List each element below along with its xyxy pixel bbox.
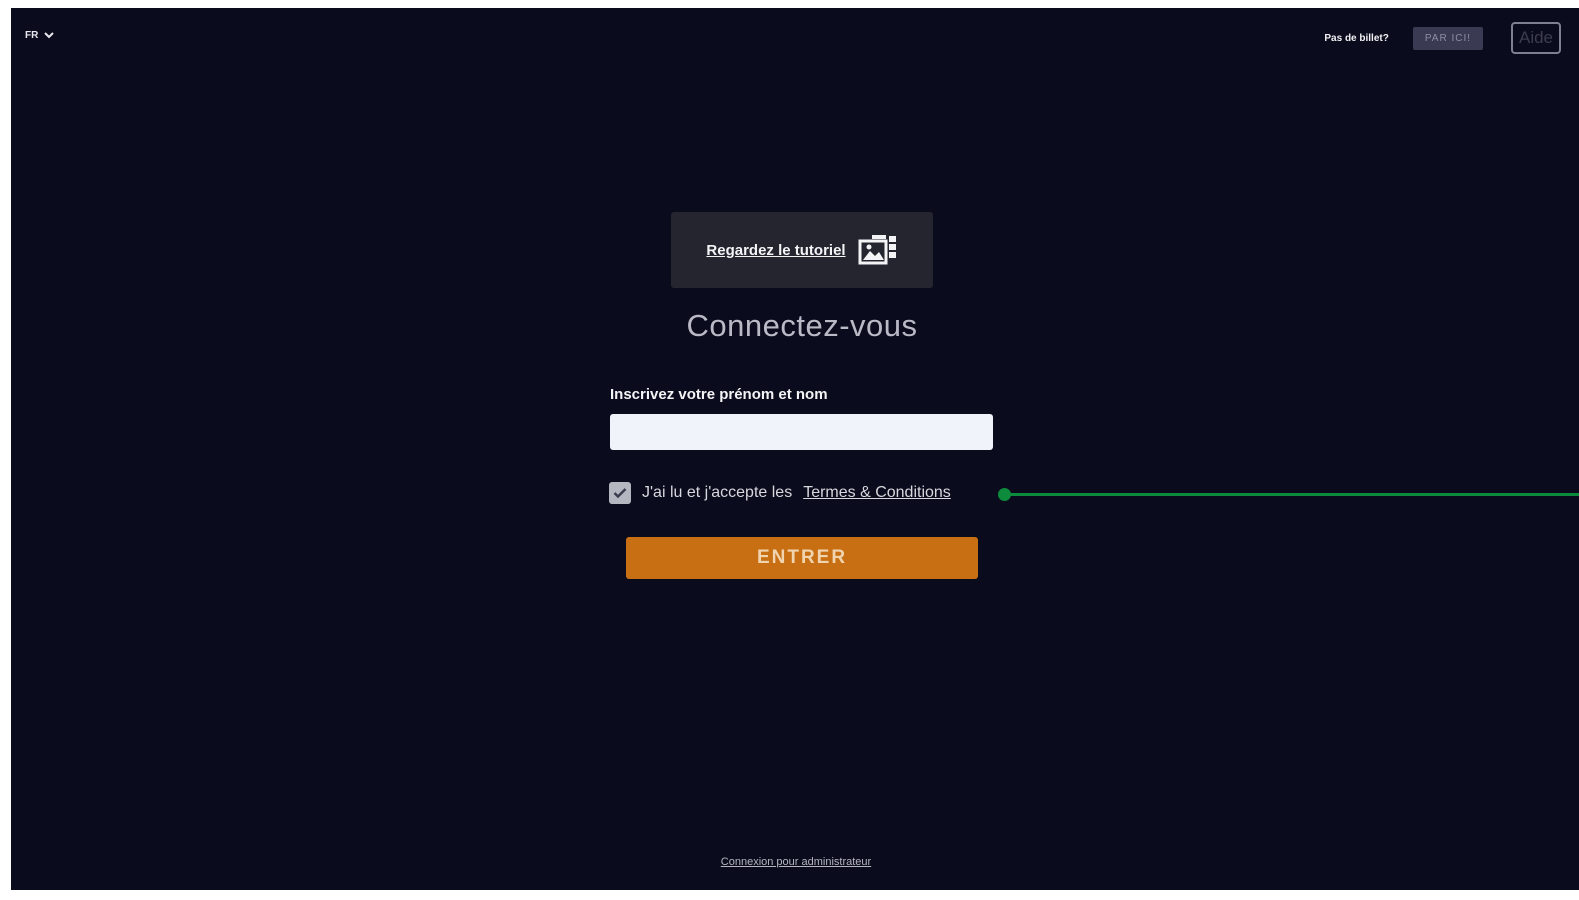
tutorial-button[interactable]: Regardez le tutoriel bbox=[671, 212, 933, 288]
terms-link[interactable]: Termes & Conditions bbox=[803, 484, 951, 502]
terms-row: J'ai lu et j'accepte les Termes & Condit… bbox=[609, 482, 951, 504]
enter-button[interactable]: ENTRER bbox=[626, 537, 978, 579]
name-field-label: Inscrivez votre prénom et nom bbox=[610, 386, 828, 403]
language-label: FR bbox=[25, 30, 39, 41]
pointer-line bbox=[1005, 493, 1579, 496]
gallery-icon bbox=[858, 235, 896, 265]
pointer-dot bbox=[998, 488, 1011, 501]
page-frame: FR Pas de billet? PAR ICI! Aide Regardez… bbox=[11, 8, 1579, 890]
header-actions: Pas de billet? PAR ICI! Aide bbox=[1324, 22, 1561, 54]
tutorial-label: Regardez le tutoriel bbox=[706, 241, 846, 259]
terms-text: J'ai lu et j'accepte les bbox=[642, 484, 793, 501]
admin-login-link[interactable]: Connexion pour administrateur bbox=[11, 856, 1579, 868]
name-input[interactable] bbox=[610, 414, 993, 450]
terms-checkbox[interactable] bbox=[609, 482, 631, 504]
chevron-down-icon bbox=[44, 32, 55, 39]
no-ticket-text: Pas de billet? bbox=[1324, 32, 1389, 44]
checkmark-icon bbox=[613, 488, 627, 499]
help-button[interactable]: Aide bbox=[1511, 22, 1561, 54]
par-ici-button[interactable]: PAR ICI! bbox=[1412, 26, 1483, 50]
language-selector[interactable]: FR bbox=[25, 30, 55, 41]
page-title: Connectez-vous bbox=[686, 308, 918, 343]
